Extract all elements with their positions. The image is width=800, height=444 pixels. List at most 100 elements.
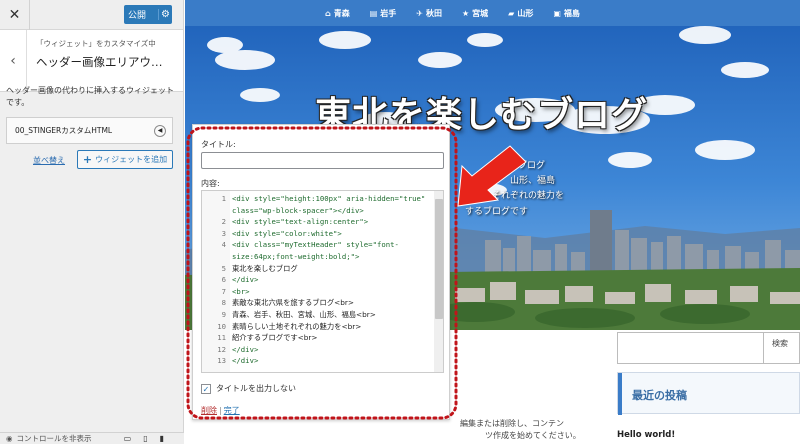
accent-bar	[618, 373, 622, 415]
code-text: 素晴らしい土地それぞれの魅力を<br>	[232, 321, 362, 331]
line-number: 3	[221, 228, 226, 238]
device-preview-buttons: ▭ ▯ ▮	[124, 434, 184, 443]
code-line[interactable]: 5 東北を楽しむブログ	[202, 264, 434, 274]
line-number: 8	[221, 298, 226, 308]
bus-icon: ▣	[553, 8, 561, 18]
content-label: 内容:	[201, 179, 220, 188]
back-icon[interactable]: ‹	[0, 30, 27, 92]
code-text: 素敵な東北六県を旅するブログ<br>	[232, 298, 355, 308]
code-line[interactable]: 6 </div>	[202, 275, 434, 285]
hero-subtext-4: するブログです	[465, 207, 529, 217]
action-separator: |	[219, 406, 222, 415]
close-icon[interactable]: ✕	[0, 0, 30, 30]
code-text: <div style="color:white">	[232, 228, 342, 238]
code-line[interactable]: 7 <br>	[202, 287, 434, 297]
code-line[interactable]: size:64px;font-weight:bold;">	[202, 252, 434, 262]
code-text: <br>	[232, 286, 250, 296]
tablet-icon[interactable]: ▯	[143, 434, 147, 443]
section-title: ヘッダー画像エリアウ…	[36, 55, 163, 69]
recent-posts-title: 最近の投稿	[632, 389, 687, 402]
line-number: 12	[217, 344, 226, 354]
widget-title-input[interactable]	[201, 152, 444, 169]
global-nav: ⌂ 青森 ▤ 岩手 ✈ 秋田 ★ 宮城 ▰ 山形 ▣ 福島	[185, 0, 800, 26]
code-line[interactable]: class="wp-block-spacer"></div>	[202, 206, 434, 216]
code-text: <div style="text-align:center">	[232, 217, 369, 227]
hero-subtext-2: 山形、福島	[510, 176, 556, 186]
line-number: 7	[221, 286, 226, 296]
line-number: 6	[221, 275, 226, 285]
code-text: class="wp-block-spacer"></div>	[232, 205, 364, 215]
widget-item[interactable]: 00_STINGERカスタムHTML ◀	[6, 117, 173, 144]
hide-controls-label[interactable]: コントロールを非表示	[17, 433, 92, 444]
nav-item-aomori[interactable]: ⌂ 青森	[325, 8, 350, 19]
code-text: <div class="myTextHeader" style="font-	[232, 240, 399, 250]
plane-icon: ✈	[416, 8, 423, 18]
hide-title-label: タイトルを出力しない	[216, 384, 296, 393]
section-header: ‹ 「ウィジェット」をカスタマイズ中 ヘッダー画像エリアウ…	[0, 30, 183, 92]
hide-title-checkbox-row[interactable]: ✓ タイトルを出力しない	[201, 383, 296, 394]
code-text: size:64px;font-weight:bold;">	[232, 252, 360, 261]
code-line[interactable]: 9 青森、岩手、秋田、宮城、山形、福島<br>	[202, 310, 434, 320]
hide-title-checkbox[interactable]: ✓	[201, 383, 211, 394]
code-text: 紹介するブログです<br>	[232, 333, 318, 343]
code-line[interactable]: 3 <div style="color:white">	[202, 229, 434, 239]
star-icon: ★	[462, 8, 470, 18]
recent-posts-header: 最近の投稿	[617, 372, 800, 415]
desktop-icon[interactable]: ▭	[124, 434, 132, 443]
add-widget-label: ウィジェットを追加	[95, 155, 168, 164]
scrollbar-thumb[interactable]	[435, 199, 443, 319]
nav-label: 岩手	[380, 8, 397, 18]
code-line[interactable]: 12 </div>	[202, 345, 434, 355]
widget-actions: 削除 | 完了	[201, 405, 240, 416]
hero-subtext-1: ブログ	[518, 161, 546, 171]
nav-label: 山形	[517, 8, 534, 18]
line-number: 11	[217, 333, 226, 343]
reorder-link[interactable]: 並べ替え	[33, 155, 65, 166]
search-input[interactable]	[617, 332, 764, 364]
search-button[interactable]: 検索	[764, 332, 800, 364]
widget-name: 00_STINGERカスタムHTML	[15, 126, 113, 135]
car-icon: ▰	[508, 8, 515, 18]
code-text: <div style="height:100px" aria-hidden="t…	[232, 194, 426, 203]
nav-label: 秋田	[426, 8, 442, 18]
done-link[interactable]: 完了	[224, 406, 240, 415]
post-snippet: 編集または削除し、コンテン	[460, 419, 564, 428]
publish-button[interactable]: 公開 ⚙	[124, 5, 172, 24]
code-text: 青森、岩手、秋田、宮城、山形、福島<br>	[232, 310, 376, 319]
code-line[interactable]: 4 <div class="myTextHeader" style="font-	[202, 240, 434, 250]
code-line[interactable]: 2 <div style="text-align:center">	[202, 217, 434, 227]
recent-post-link[interactable]: Hello world!	[617, 430, 675, 440]
code-line[interactable]: 10 素晴らしい土地それぞれの魅力を<br>	[202, 322, 434, 332]
code-line[interactable]: 13 </div>	[202, 356, 434, 366]
nav-item-iwate[interactable]: ▤ 岩手	[370, 8, 397, 19]
add-widget-button[interactable]: + ウィジェットを追加	[77, 150, 173, 169]
collapse-arrow-icon[interactable]: ◀	[154, 124, 166, 137]
nav-item-fukushima[interactable]: ▣ 福島	[553, 8, 580, 19]
line-number: 1	[221, 194, 226, 203]
post-snippet: ツ作成を始めてください。	[485, 431, 581, 440]
publish-label: 公開	[128, 11, 147, 21]
plus-icon: +	[82, 153, 93, 166]
customizer-sidebar: ✕ 公開 ⚙ ‹ 「ウィジェット」をカスタマイズ中 ヘッダー画像エリアウ… ヘッ…	[0, 0, 184, 444]
hero-subtext-3: それぞれの魅力を	[492, 191, 565, 201]
html-code-editor[interactable]: 1 <div style="height:100px" aria-hidden="…	[201, 190, 444, 373]
custom-html-widget-editor: タイトル: 内容: 1 <div style="height:100px" ari…	[192, 124, 450, 420]
code-text: </div>	[232, 344, 259, 354]
line-number: 9	[221, 310, 226, 319]
line-number: 13	[217, 356, 226, 366]
code-line[interactable]: 11 紹介するブログです<br>	[202, 333, 434, 343]
nav-item-yamagata[interactable]: ▰ 山形	[508, 8, 533, 19]
gear-icon[interactable]: ⚙	[158, 9, 172, 20]
hide-controls-icon[interactable]: ◉	[6, 434, 13, 443]
home-icon: ⌂	[325, 8, 331, 18]
mobile-icon[interactable]: ▮	[160, 434, 164, 443]
nav-item-akita[interactable]: ✈ 秋田	[416, 8, 442, 19]
delete-link[interactable]: 削除	[201, 406, 217, 415]
nav-label: 宮城	[472, 8, 489, 18]
title-label: タイトル:	[201, 140, 236, 149]
code-line[interactable]: 1 <div style="height:100px" aria-hidden="…	[202, 194, 434, 204]
nav-item-miyagi[interactable]: ★ 宮城	[462, 8, 488, 19]
customizer-header: ✕ 公開 ⚙	[0, 0, 183, 30]
breadcrumb: 「ウィジェット」をカスタマイズ中	[36, 39, 156, 48]
code-line[interactable]: 8 素敵な東北六県を旅するブログ<br>	[202, 298, 434, 308]
